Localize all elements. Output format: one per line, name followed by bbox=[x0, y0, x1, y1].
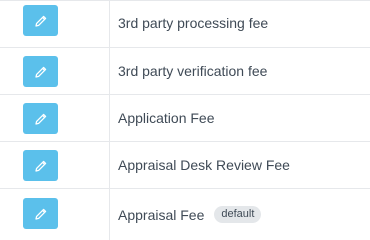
action-cell bbox=[0, 189, 110, 240]
edit-button[interactable] bbox=[23, 198, 58, 229]
action-cell bbox=[0, 48, 110, 94]
table-row: Appraisal Desk Review Fee bbox=[0, 142, 370, 189]
fee-name: 3rd party processing fee bbox=[118, 15, 269, 31]
fee-name-cell: Appraisal Fee default bbox=[118, 189, 262, 240]
table-row: 3rd party processing fee bbox=[0, 0, 370, 48]
pencil-icon bbox=[34, 208, 46, 220]
fees-table: 3rd party processing fee 3rd party verif… bbox=[0, 0, 370, 240]
action-cell bbox=[0, 95, 110, 141]
table-row: Application Fee bbox=[0, 95, 370, 142]
action-cell bbox=[0, 0, 110, 47]
pencil-icon bbox=[34, 66, 46, 78]
edit-button[interactable] bbox=[23, 103, 58, 134]
pencil-icon bbox=[34, 15, 46, 27]
fee-name: Application Fee bbox=[118, 110, 215, 126]
default-badge: default bbox=[214, 206, 262, 223]
table-row: Appraisal Fee default bbox=[0, 189, 370, 240]
edit-button[interactable] bbox=[23, 5, 58, 36]
table-row: 3rd party verification fee bbox=[0, 48, 370, 95]
fee-name: 3rd party verification fee bbox=[118, 63, 268, 79]
action-cell bbox=[0, 142, 110, 188]
fee-name: Appraisal Fee bbox=[118, 206, 205, 223]
edit-button[interactable] bbox=[23, 150, 58, 181]
edit-button[interactable] bbox=[23, 56, 58, 87]
pencil-icon bbox=[34, 113, 46, 125]
fee-name: Appraisal Desk Review Fee bbox=[118, 157, 290, 173]
pencil-icon bbox=[34, 160, 46, 172]
